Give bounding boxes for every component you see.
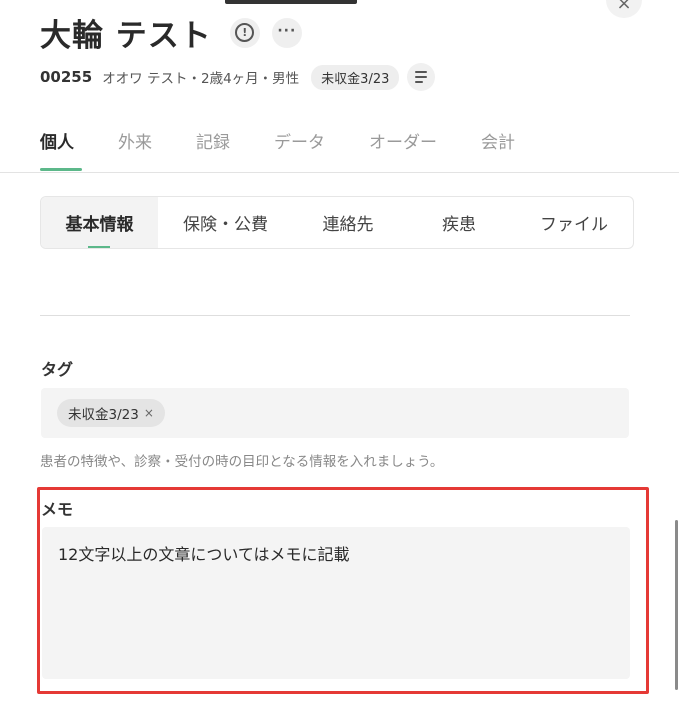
alert-button[interactable]: ! xyxy=(229,17,260,48)
patient-info: オオワ テスト・2歳4ヶ月・男性 xyxy=(102,71,300,87)
tooltip-stub xyxy=(225,0,357,4)
tab-records[interactable]: 記録 xyxy=(196,128,230,175)
more-button[interactable]: ··· xyxy=(271,17,302,48)
memo-label: メモ xyxy=(41,500,74,519)
sub-tabs: 基本情報 保険・公費 連絡先 疾患 ファイル xyxy=(40,196,634,249)
menu-button[interactable] xyxy=(407,63,436,91)
tab-orders[interactable]: オーダー xyxy=(369,128,437,175)
scrollbar[interactable] xyxy=(675,520,678,690)
memo-textarea[interactable]: 12文字以上の文章についてはメモに記載 xyxy=(42,527,630,679)
subtab-insurance[interactable]: 保険・公費 xyxy=(158,197,293,248)
patient-id: 00255 xyxy=(40,68,93,86)
tabs-divider xyxy=(0,172,679,173)
subtab-contacts[interactable]: 連絡先 xyxy=(293,197,403,248)
tag-chip: 未収金3/23 × xyxy=(57,399,165,427)
tab-data[interactable]: データ xyxy=(274,128,325,175)
menu-icon xyxy=(415,71,428,73)
subtab-diseases[interactable]: 疾患 xyxy=(403,197,515,248)
tags-help-text: 患者の特徴や、診察・受付の時の目印となる情報を入れましょう。 xyxy=(40,454,444,470)
patient-info-row: 00255 オオワ テスト・2歳4ヶ月・男性 未収金3/23 xyxy=(40,63,436,91)
tab-personal[interactable]: 個人 xyxy=(40,128,82,175)
status-badge: 未収金3/23 xyxy=(311,64,400,90)
section-divider xyxy=(40,315,630,316)
tag-chip-label: 未収金3/23 xyxy=(68,407,139,423)
tab-outpatient[interactable]: 外来 xyxy=(118,128,152,175)
title-row: 大輪 テスト ! ··· xyxy=(40,10,302,55)
subtab-basic-info[interactable]: 基本情報 xyxy=(41,197,158,248)
tag-remove-icon[interactable]: × xyxy=(144,406,154,420)
close-icon: × xyxy=(616,0,632,14)
tag-input[interactable]: 未収金3/23 × xyxy=(41,388,629,438)
close-button[interactable]: × xyxy=(606,0,642,18)
patient-name: 大輪 テスト xyxy=(40,18,212,54)
alert-icon: ! xyxy=(235,23,255,42)
tab-billing[interactable]: 会計 xyxy=(481,128,515,175)
tags-label: タグ xyxy=(41,360,74,379)
subtab-files[interactable]: ファイル xyxy=(515,197,633,248)
more-icon: ··· xyxy=(277,22,297,39)
main-tabs: 個人 外来 記録 データ オーダー 会計 xyxy=(40,128,559,175)
